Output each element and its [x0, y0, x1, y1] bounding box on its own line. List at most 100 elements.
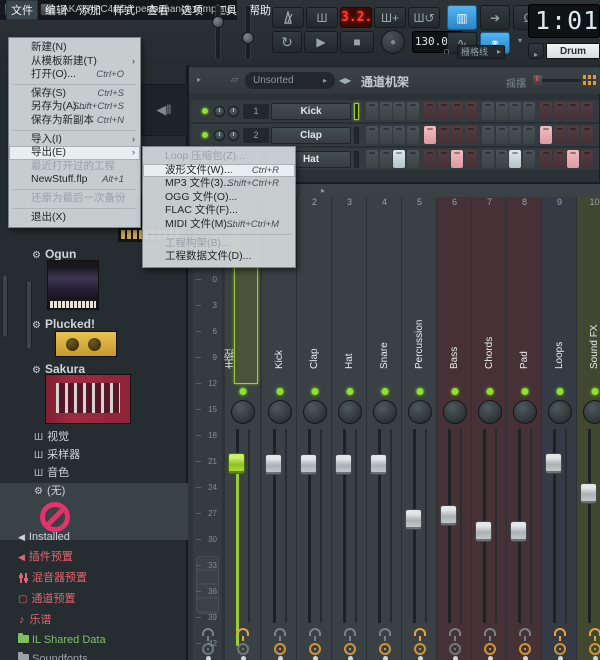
channel-mute-led[interactable] — [202, 132, 208, 138]
mixer-mute-led[interactable] — [416, 388, 423, 395]
menubar-item-2[interactable]: 编辑 — [40, 0, 72, 20]
channel-pan-knob[interactable] — [214, 130, 225, 141]
step-cell-2[interactable] — [380, 126, 392, 144]
fader-handle[interactable] — [300, 454, 317, 475]
mixer-pan-knob[interactable] — [373, 400, 397, 424]
file-menu-item-10[interactable]: NewStuff.flpAlt+1 — [9, 173, 140, 187]
fader-handle[interactable] — [265, 454, 282, 475]
channel-pan-knob[interactable] — [214, 106, 225, 117]
file-menu-item-7[interactable]: 导入(I)› — [9, 133, 140, 147]
mixer-pan-knob[interactable] — [268, 400, 292, 424]
song-pattern-mode-toggle[interactable]: ↻ — [272, 31, 302, 53]
plugin-thumbnail-plucked[interactable] — [55, 331, 117, 357]
mixer-pan-knob[interactable] — [548, 400, 572, 424]
fx-route-icon[interactable] — [309, 628, 321, 636]
rack-title-icon[interactable]: ◀▶ — [339, 76, 351, 85]
time-display[interactable]: 1:01: — [528, 4, 600, 38]
step-cell-7[interactable] — [451, 102, 463, 120]
step-cell-2[interactable] — [380, 102, 392, 120]
step-cell-12[interactable] — [523, 126, 535, 144]
chevron-down-icon[interactable]: ▾ — [518, 36, 522, 45]
magnet-icon[interactable]: ∩ — [443, 46, 450, 57]
step-cell-3[interactable] — [393, 102, 405, 120]
fx-route-icon[interactable] — [237, 628, 249, 636]
master-volume-slider[interactable] — [216, 6, 220, 59]
mixer-mute-led[interactable] — [346, 388, 353, 395]
fx-route-icon[interactable] — [379, 628, 391, 636]
step-cell-9[interactable] — [482, 126, 494, 144]
browser-inner-scrollbar[interactable] — [26, 280, 32, 350]
step-cell-4[interactable] — [407, 102, 419, 120]
step-cell-1[interactable] — [366, 126, 378, 144]
step-cell-2[interactable] — [380, 150, 392, 168]
browser-item-1[interactable]: Ш视觉 — [0, 429, 188, 446]
channel-volume-knob[interactable] — [228, 130, 239, 141]
file-menu-item-12[interactable]: 退出(X) — [9, 211, 140, 225]
mixer-pan-knob[interactable] — [513, 400, 537, 424]
record-arm-icon[interactable] — [554, 643, 566, 655]
menubar-item-1[interactable]: 文件 — [6, 0, 38, 20]
fx-route-icon[interactable] — [519, 628, 531, 636]
mixer-pan-knob[interactable] — [408, 400, 432, 424]
record-arm-icon[interactable] — [449, 643, 461, 655]
mixer-pan-knob[interactable] — [583, 400, 600, 424]
step-cell-1[interactable] — [366, 150, 378, 168]
step-cell-10[interactable] — [496, 102, 508, 120]
mixer-strip-chords[interactable]: 7Chords — [472, 197, 507, 660]
rack-menu-chevron-icon[interactable]: ▸ — [197, 75, 201, 84]
strip-dot[interactable] — [206, 656, 211, 660]
strip-dot[interactable] — [418, 656, 423, 660]
record-arm-icon[interactable] — [414, 643, 426, 655]
browser-item-6[interactable]: ◀插件预置 — [0, 549, 188, 566]
step-cell-12[interactable] — [523, 150, 535, 168]
file-menu-item-6[interactable]: 保存为新副本Ctrl+N — [9, 114, 140, 128]
metronome-button[interactable] — [272, 7, 304, 28]
mixer-mute-led[interactable] — [556, 388, 563, 395]
fader-handle[interactable] — [580, 483, 597, 504]
fader-handle[interactable] — [475, 521, 492, 542]
fx-route-icon[interactable] — [202, 628, 214, 636]
strip-dot[interactable] — [488, 656, 493, 660]
export-menu-item-2[interactable]: 波形文件(W)...Ctrl+R — [143, 164, 295, 178]
step-cell-6[interactable] — [438, 150, 450, 168]
fader-handle[interactable] — [545, 453, 562, 474]
mixer-pan-knob[interactable] — [338, 400, 362, 424]
strip-dot[interactable] — [383, 656, 388, 660]
export-menu-item-5[interactable]: FLAC 文件(F)... — [143, 204, 295, 218]
play-button[interactable]: ▶ — [304, 31, 338, 53]
channel-mute-led[interactable] — [202, 108, 208, 114]
step-cell-13[interactable] — [540, 150, 552, 168]
step-cell-3[interactable] — [393, 126, 405, 144]
menubar-item-3[interactable]: 添加 — [74, 0, 106, 20]
file-menu-item-3[interactable]: 打开(O)...Ctrl+O — [9, 68, 140, 82]
channel-button-kick[interactable]: Kick — [271, 103, 351, 120]
browser-item-3[interactable]: Ш音色 — [0, 465, 188, 482]
fx-route-icon[interactable] — [449, 628, 461, 636]
step-cell-16[interactable] — [581, 126, 593, 144]
export-menu-item-6[interactable]: MIDI 文件(M)...Shift+Ctrl+M — [143, 218, 295, 232]
record-arm-icon[interactable] — [237, 643, 249, 655]
mixer-mute-led[interactable] — [381, 388, 388, 395]
strip-dot[interactable] — [313, 656, 318, 660]
browser-item-5[interactable]: ◀Installed — [0, 529, 188, 546]
step-edit-button[interactable]: ➔ — [480, 5, 510, 30]
rack-filter-group[interactable]: Unsorted ▸ — [245, 72, 335, 89]
mixer-mute-led[interactable] — [451, 388, 458, 395]
step-cell-14[interactable] — [554, 102, 566, 120]
strip-dot[interactable] — [558, 656, 563, 660]
step-cell-13[interactable] — [540, 102, 552, 120]
fader-handle[interactable] — [228, 453, 245, 474]
mixer-strip-pad[interactable]: 8Pad — [507, 197, 542, 660]
mixer-mute-led[interactable] — [311, 388, 318, 395]
step-cell-4[interactable] — [407, 126, 419, 144]
fader-track[interactable] — [588, 429, 591, 623]
step-cell-4[interactable] — [407, 150, 419, 168]
strip-dot[interactable] — [453, 656, 458, 660]
step-cell-7[interactable] — [451, 126, 463, 144]
channel-mini-meter[interactable] — [354, 151, 359, 168]
step-cell-6[interactable] — [438, 126, 450, 144]
browser-item-10[interactable]: IL Shared Data — [0, 632, 188, 649]
step-grid-view-icon[interactable] — [583, 75, 596, 86]
mixer-mute-led[interactable] — [486, 388, 493, 395]
typing-keyboard-button[interactable]: ▥ — [447, 5, 477, 30]
